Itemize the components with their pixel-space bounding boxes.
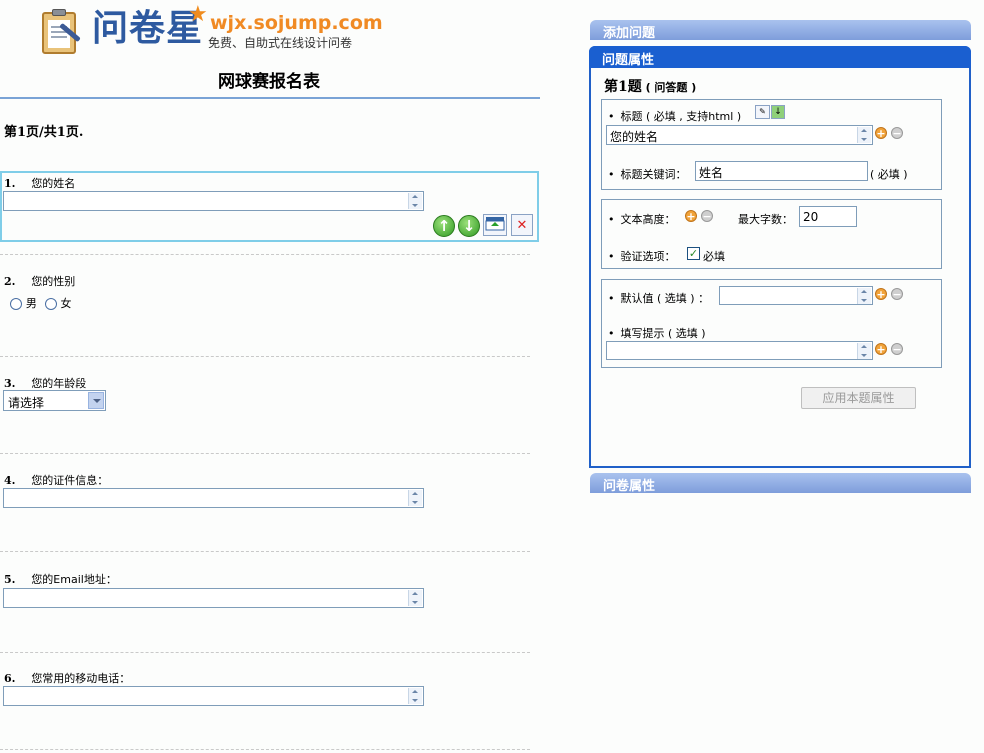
keyword-input-value: 姓名 <box>699 166 724 180</box>
radio-female[interactable] <box>44 297 57 310</box>
keyword-input[interactable]: 姓名 <box>695 161 868 181</box>
question-label: 您的性别 <box>31 275 76 288</box>
scroll-arrows-icon[interactable] <box>857 127 871 143</box>
default-input[interactable] <box>719 286 873 305</box>
age-select[interactable]: 请选择 <box>3 390 106 411</box>
question-number: 2. <box>4 275 16 288</box>
question-number: 6. <box>4 672 16 685</box>
logo-clipboard-icon <box>42 9 81 54</box>
tab-add-question[interactable]: 添加问题 <box>590 20 971 41</box>
minus-icon[interactable]: − <box>891 343 903 356</box>
tab-survey-properties[interactable]: 问卷属性 <box>590 473 971 494</box>
logo-name: 问卷星 <box>92 8 204 49</box>
question-number: 5. <box>4 573 16 586</box>
logo-star-icon: ★ <box>188 2 208 27</box>
question-6-header: 6. 您常用的移动电话： <box>4 670 130 686</box>
option-label: 男 <box>25 297 37 310</box>
hint-label: 填写提示 ( 选填 ) <box>608 325 706 341</box>
title-divider <box>0 97 540 99</box>
insert-icon[interactable] <box>483 214 507 236</box>
question-divider <box>0 551 530 552</box>
apply-question-properties-button[interactable]: 应用本题属性 <box>801 387 916 409</box>
plus-icon[interactable]: + <box>875 288 887 301</box>
question-label: 您的年龄段 <box>31 377 87 390</box>
minus-icon[interactable]: − <box>891 127 903 140</box>
question-divider <box>0 652 530 653</box>
question-label: 您常用的移动电话： <box>31 672 131 685</box>
question-label: 您的姓名 <box>31 177 76 190</box>
logo-url: wjx.sojump.com <box>210 12 383 34</box>
move-down-icon[interactable]: ↓ <box>458 215 480 237</box>
plus-icon[interactable]: + <box>685 210 697 223</box>
keyword-required: ( 必填 ) <box>870 168 908 181</box>
select-value: 请选择 <box>8 396 45 410</box>
survey-title: 网球赛报名表 <box>218 72 320 92</box>
question-1-header: 1. 您的姓名 <box>4 175 75 191</box>
title-input-value: 您的姓名 <box>610 130 659 144</box>
scroll-arrows-icon[interactable] <box>408 193 422 209</box>
max-chars-input[interactable]: 20 <box>799 206 857 227</box>
question-2-header: 2. 您的性别 <box>4 273 75 289</box>
minus-icon[interactable]: − <box>701 210 713 223</box>
scroll-arrows-icon[interactable] <box>408 688 422 704</box>
scroll-arrows-icon[interactable] <box>857 343 871 359</box>
required-label: 必填 <box>703 250 725 263</box>
scroll-arrows-icon[interactable] <box>857 288 871 304</box>
tab-question-properties[interactable]: 问题属性 <box>589 46 971 68</box>
scroll-arrows-icon[interactable] <box>408 490 422 506</box>
gender-options: 男 女 <box>10 295 71 311</box>
move-up-icon[interactable]: ↑ <box>433 215 455 237</box>
text-height-label: 文本高度： <box>608 211 676 227</box>
page-indicator: 第1页/共1页. <box>4 125 84 140</box>
question-divider <box>0 356 530 357</box>
radio-male[interactable] <box>10 297 22 310</box>
question-number-title: 第1题 <box>604 79 642 95</box>
question-number: 1. <box>4 177 16 190</box>
logo-slogan: 免费、自助式在线设计问卷 <box>208 36 353 50</box>
title-label: 标题 ( 必填 , 支持html ) <box>608 108 742 124</box>
question-6-textbox[interactable] <box>3 686 424 706</box>
question-label: 您的证件信息： <box>31 474 109 487</box>
validation-label: 验证选项： <box>608 248 676 264</box>
question-4-textbox[interactable] <box>3 488 424 508</box>
scroll-arrows-icon[interactable] <box>408 590 422 606</box>
default-label: 默认值 ( 选填 ) ： <box>608 290 710 306</box>
plus-icon[interactable]: + <box>875 343 887 356</box>
question-divider <box>0 254 530 255</box>
question-5-textbox[interactable] <box>3 588 424 608</box>
question-divider <box>0 749 530 750</box>
question-3-header: 3. 您的年龄段 <box>4 375 86 391</box>
save-icon[interactable]: ↓ <box>771 105 785 119</box>
option-label: 女 <box>60 297 72 310</box>
question-5-header: 5. 您的Email地址： <box>4 571 117 587</box>
question-label: 您的Email地址： <box>31 573 117 586</box>
delete-icon[interactable]: ✕ <box>511 214 533 236</box>
question-number: 4. <box>4 474 16 487</box>
required-checkbox[interactable]: ✓ <box>687 247 700 260</box>
question-4-header: 4. 您的证件信息： <box>4 472 108 488</box>
question-divider <box>0 453 530 454</box>
title-input[interactable]: 您的姓名 <box>606 125 873 145</box>
plus-icon[interactable]: + <box>875 127 887 140</box>
question-heading: 第1题 ( 问答题 ) <box>604 76 696 96</box>
max-chars-value: 20 <box>803 210 819 224</box>
chevron-down-icon[interactable] <box>88 392 104 409</box>
question-number: 3. <box>4 377 16 390</box>
question-1-textbox[interactable] <box>3 191 424 211</box>
max-chars-label: 最大字数： <box>738 213 793 226</box>
html-editor-icon[interactable]: ✎ <box>755 105 770 119</box>
hint-input[interactable] <box>606 341 873 360</box>
question-type: ( 问答题 ) <box>645 81 697 94</box>
minus-icon[interactable]: − <box>891 288 903 301</box>
keyword-label: 标题关键词： <box>608 166 687 182</box>
